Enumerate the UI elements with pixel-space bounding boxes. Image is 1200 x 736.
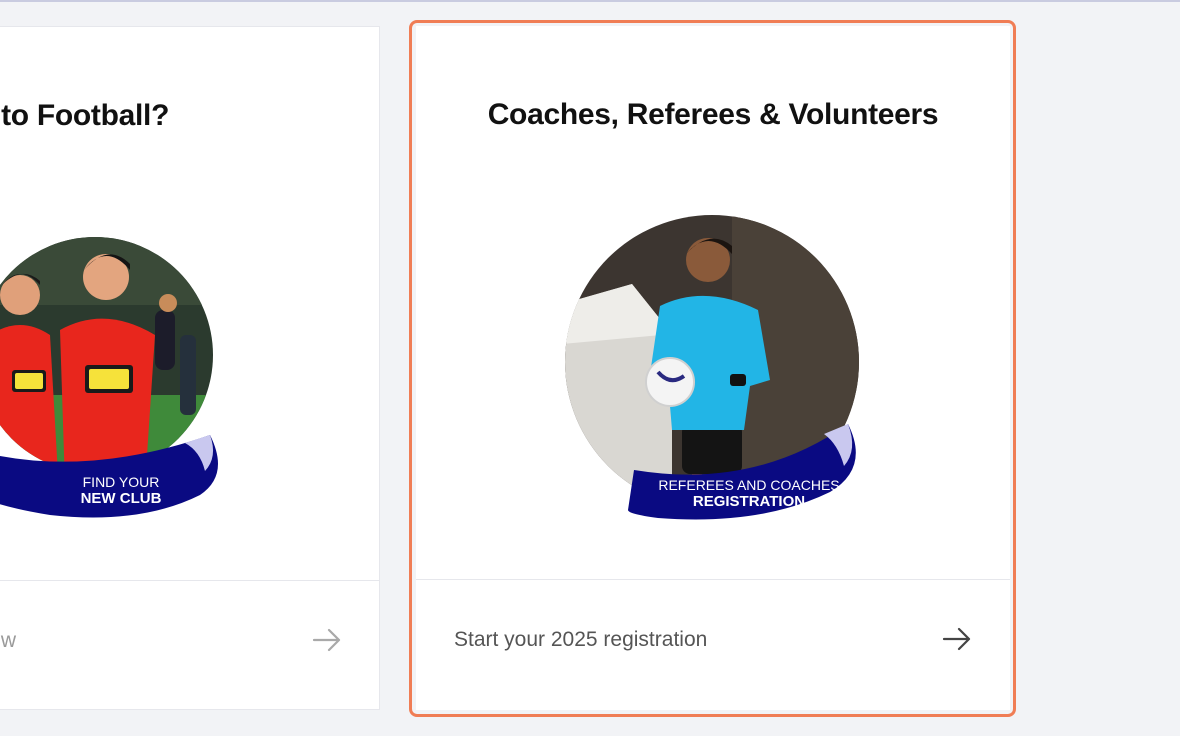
banner-line-2: NEW CLUB — [80, 490, 162, 507]
cta-row[interactable]: Start your 2025 registration — [416, 580, 1010, 710]
banner-line-1: REFEREES AND COACHES — [658, 477, 840, 493]
card-title: Coaches, Referees & Volunteers — [487, 98, 939, 131]
card-title: w to Football? — [0, 99, 170, 132]
top-divider — [0, 0, 1180, 2]
cta-label[interactable]: Start your 2025 registration — [454, 628, 707, 652]
promo-banner-text: FIND YOUR NEW CLUB — [66, 475, 176, 506]
arrow-right-icon[interactable] — [942, 626, 972, 652]
cta-row[interactable]: Now — [0, 581, 379, 711]
coaches-referees-volunteers-card[interactable]: Coaches, Referees & Volunteers REFEREES — [416, 26, 1010, 710]
page-edge — [1180, 0, 1200, 736]
banner-line-2: REGISTRATION — [692, 493, 806, 510]
arrow-right-icon[interactable] — [312, 627, 342, 653]
promo-banner-text: REFEREES AND COACHES REGISTRATION — [644, 478, 854, 509]
cta-label[interactable]: Now — [0, 629, 16, 653]
new-to-football-card[interactable]: w to Football? — [0, 26, 380, 710]
banner-line-1: FIND YOUR — [82, 474, 160, 490]
